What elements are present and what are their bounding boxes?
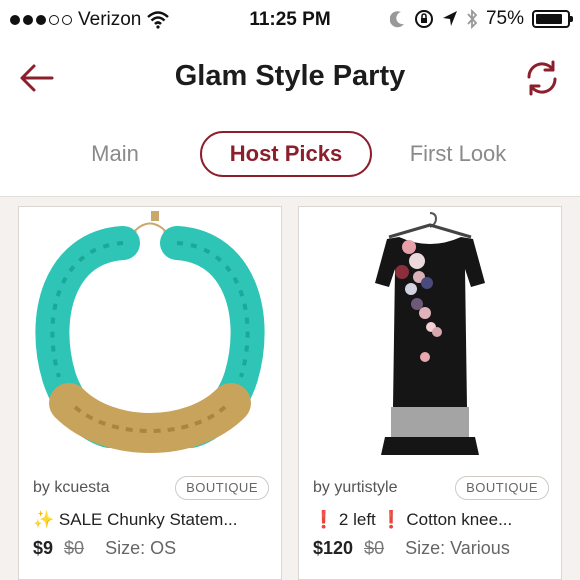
necklace-photo[interactable] <box>19 207 281 469</box>
exclamation-icon: ❗ <box>380 510 402 529</box>
price-row: $9 $0 Size: OS <box>33 538 176 559</box>
listing-card[interactable]: by kcuesta BOUTIQUE ✨ SALE Chunky Statem… <box>18 206 282 580</box>
status-right-group: 75% <box>389 8 573 30</box>
tab-bar: Main Host Picks First Look <box>0 116 580 197</box>
price-row: $120 $0 Size: Various <box>313 538 510 559</box>
listing-title-part1: 2 left <box>338 510 376 529</box>
sparkles-icon: ✨ <box>33 510 55 529</box>
refresh-icon[interactable] <box>522 58 562 98</box>
page-title: Glam Style Party <box>174 60 406 92</box>
bluetooth-icon <box>467 9 478 29</box>
listing-title-text: SALE Chunky Statem... <box>58 510 238 529</box>
moon-icon <box>389 11 404 28</box>
original-price: $0 <box>364 538 385 558</box>
battery-icon <box>532 10 573 28</box>
boutique-badge: BOUTIQUE <box>455 476 549 500</box>
tab-main[interactable]: Main <box>70 131 160 177</box>
status-bar: Verizon 11:25 PM 75% <box>0 0 580 40</box>
price: $9 <box>33 538 54 558</box>
battery-percent: 75% <box>485 8 524 29</box>
tab-first-look[interactable]: First Look <box>396 131 520 177</box>
seller-name[interactable]: by kcuesta <box>33 479 109 497</box>
size-label: Size: OS <box>105 538 177 558</box>
listing-card[interactable]: by yurtistyle BOUTIQUE ❗ 2 left ❗ Cotton… <box>298 206 562 580</box>
location-icon <box>442 11 457 26</box>
rotation-lock-icon <box>414 10 433 28</box>
size-label: Size: Various <box>405 538 510 558</box>
price: $120 <box>313 538 354 558</box>
original-price: $0 <box>64 538 85 558</box>
tab-host-picks[interactable]: Host Picks <box>200 131 372 177</box>
dress-photo[interactable] <box>299 207 561 469</box>
exclamation-icon: ❗ <box>313 510 335 529</box>
listing-title[interactable]: ❗ 2 left ❗ Cotton knee... <box>313 510 553 530</box>
listing-title[interactable]: ✨ SALE Chunky Statem... <box>33 510 273 530</box>
seller-name[interactable]: by yurtistyle <box>313 479 397 497</box>
listing-title-part2: Cotton knee... <box>406 510 513 529</box>
boutique-badge: BOUTIQUE <box>175 476 269 500</box>
nav-header: Glam Style Party <box>0 40 580 116</box>
